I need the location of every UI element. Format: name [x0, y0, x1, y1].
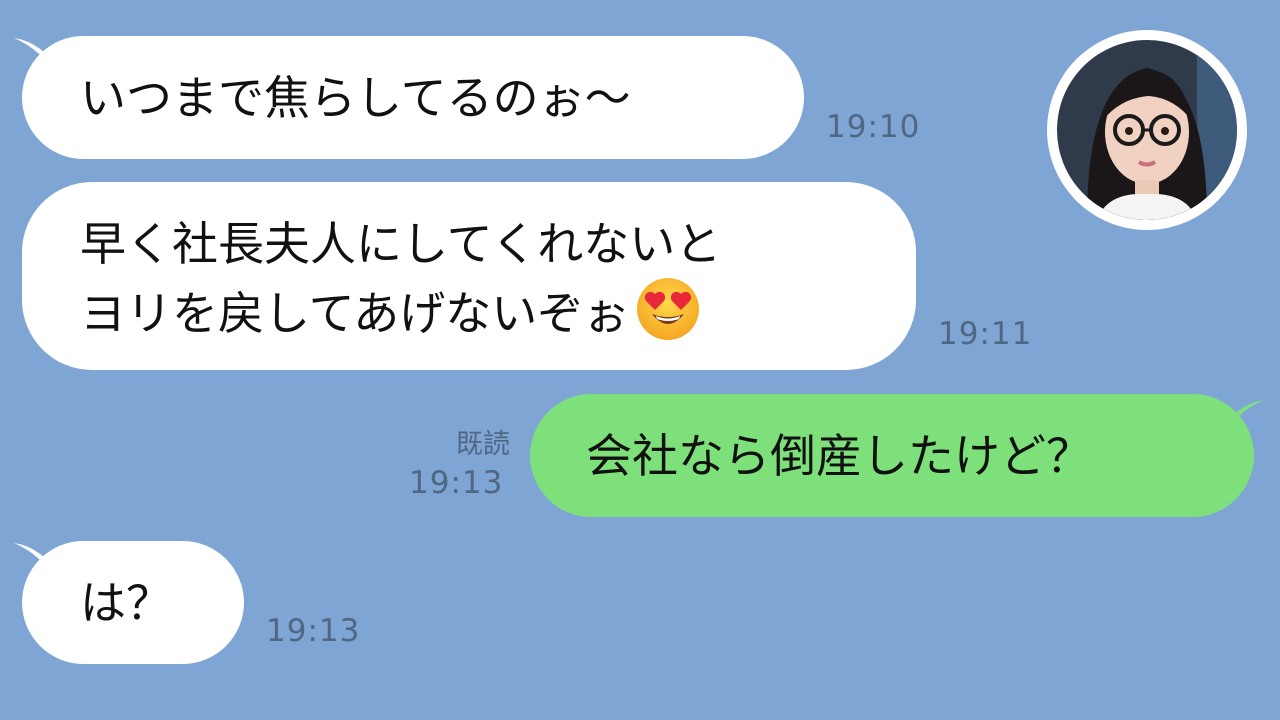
message-text-line: 早く社長夫人にしてくれないと [80, 217, 722, 271]
message-text: は？ [80, 576, 172, 630]
read-receipt: 既読 [456, 429, 510, 460]
message-text: 会社なら倒産したけど？ [586, 429, 1092, 483]
message-text-line-content: ヨリを戻してあげないぞぉ [80, 286, 630, 341]
message-timestamp: 19:13 [266, 613, 361, 649]
message-timestamp: 19:11 [938, 316, 1033, 352]
incoming-message-bubble[interactable]: 早く社長夫人にしてくれないと ヨリを戻してあげないぞぉ [22, 182, 916, 370]
incoming-message-bubble[interactable]: いつまで焦らしてるのぉ〜 [22, 36, 804, 159]
message-timestamp: 19:13 [409, 465, 504, 501]
message-text-line: ヨリを戻してあげないぞぉ [80, 276, 916, 358]
outgoing-message-bubble[interactable]: 会社なら倒産したけど？ [530, 394, 1254, 517]
message-text: いつまで焦らしてるのぉ〜 [80, 71, 631, 125]
avatar-woman-glasses-icon [1057, 40, 1237, 220]
incoming-message-bubble[interactable]: は？ [22, 541, 244, 664]
message-timestamp: 19:10 [826, 109, 921, 145]
contact-avatar[interactable] [1047, 30, 1247, 230]
heart-eyes-emoji-icon [635, 276, 701, 358]
